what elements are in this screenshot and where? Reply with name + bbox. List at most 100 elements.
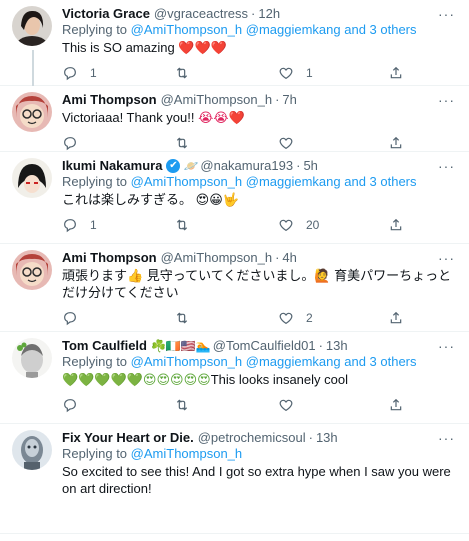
- like-button[interactable]: 20: [278, 217, 388, 233]
- more-icon[interactable]: ···: [438, 92, 457, 108]
- separator: ·: [275, 250, 280, 265]
- reply-icon: [64, 312, 76, 326]
- reply-mentions[interactable]: @AmiThompson_h @maggiemkang: [131, 22, 341, 37]
- more-icon[interactable]: ···: [438, 158, 457, 174]
- reply-mentions[interactable]: @AmiThompson_h: [131, 446, 242, 461]
- like-icon: [279, 137, 293, 150]
- tweet-actions: [62, 134, 457, 151]
- tweet[interactable]: Ami Thompson @AmiThompson_h · 7h ··· Vic…: [0, 86, 469, 152]
- share-button[interactable]: [388, 397, 428, 413]
- display-name[interactable]: Ami Thompson: [62, 92, 157, 108]
- retweet-button[interactable]: [174, 310, 278, 326]
- display-name[interactable]: Victoria Grace: [62, 6, 150, 22]
- reply-icon: [64, 399, 76, 413]
- share-button[interactable]: [388, 135, 428, 151]
- retweet-icon: [176, 137, 188, 149]
- share-button[interactable]: [388, 310, 428, 326]
- avatar-column: [12, 0, 58, 86]
- planet-emoji: 🪐: [183, 159, 199, 173]
- retweet-button[interactable]: [174, 217, 278, 233]
- reply-others[interactable]: and 3 others: [344, 174, 416, 189]
- more-icon[interactable]: ···: [438, 6, 457, 22]
- retweet-icon: [176, 219, 188, 231]
- timestamp[interactable]: 13h: [316, 430, 338, 446]
- tweet-actions: 1 1: [62, 64, 457, 82]
- reply-mentions[interactable]: @AmiThompson_h @maggiemkang: [131, 354, 341, 369]
- reply-button[interactable]: 1: [62, 65, 174, 81]
- reply-button[interactable]: [62, 310, 174, 326]
- replying-to: Replying to @AmiThompson_h @maggiemkang …: [62, 354, 417, 369]
- reply-button[interactable]: 1: [62, 217, 174, 233]
- tweet-text: So excited to see this! And I got so ext…: [62, 464, 451, 496]
- avatar[interactable]: [12, 6, 52, 46]
- reply-others[interactable]: and 3 others: [344, 22, 416, 37]
- replying-to: Replying to @AmiThompson_h @maggiemkang …: [62, 22, 417, 37]
- tweet[interactable]: Ami Thompson @AmiThompson_h · 4h ··· 頑張り…: [0, 244, 469, 332]
- timestamp[interactable]: 7h: [282, 92, 296, 108]
- like-button[interactable]: 2: [278, 310, 388, 326]
- tweet[interactable]: Ikumi Nakamura ✔ 🪐 @nakamura193 · 5h ···…: [0, 152, 469, 244]
- retweet-button[interactable]: [174, 135, 278, 151]
- timestamp[interactable]: 5h: [303, 158, 317, 174]
- reply-icon: [64, 219, 76, 233]
- tweet[interactable]: Fix Your Heart or Die. @petrochemicsoul …: [0, 424, 469, 534]
- reply-mentions[interactable]: @AmiThompson_h @maggiemkang: [131, 174, 341, 189]
- more-icon[interactable]: ···: [438, 430, 457, 446]
- share-icon: [390, 398, 402, 411]
- avatar[interactable]: [12, 158, 52, 198]
- avatar[interactable]: [12, 338, 52, 378]
- retweet-button[interactable]: [174, 65, 278, 81]
- like-icon: [279, 399, 293, 412]
- avatar[interactable]: [12, 430, 52, 470]
- user-handle[interactable]: @vgraceactress: [154, 6, 248, 22]
- reply-others[interactable]: and 3 others: [344, 354, 416, 369]
- reply-icon: [64, 137, 76, 151]
- like-button[interactable]: [278, 135, 388, 151]
- like-button[interactable]: [278, 397, 388, 413]
- emoji: 😭😭❤️: [198, 110, 245, 125]
- tweet-actions: 2: [62, 309, 457, 327]
- verified-icon: ✔: [166, 159, 181, 173]
- tweet[interactable]: Victoria Grace @vgraceactress · 12h ··· …: [0, 0, 469, 86]
- display-name[interactable]: Ami Thompson: [62, 250, 157, 266]
- tweet-text: Victoriaaa! Thank you!! 😭😭❤️: [62, 110, 245, 125]
- share-button[interactable]: [388, 217, 428, 233]
- more-icon[interactable]: ···: [438, 338, 457, 354]
- like-button[interactable]: 1: [278, 65, 388, 81]
- emoji: ❤️❤️❤️: [178, 40, 227, 55]
- more-icon[interactable]: ···: [438, 250, 457, 266]
- separator: ·: [275, 92, 280, 107]
- display-name[interactable]: Fix Your Heart or Die.: [62, 430, 194, 446]
- avatar-column: [12, 244, 58, 331]
- emoji: 💚💚💚💚💚😍😍😍😍😍: [62, 372, 211, 387]
- timestamp[interactable]: 4h: [282, 250, 296, 266]
- share-icon: [390, 66, 402, 79]
- avatar[interactable]: [12, 250, 52, 290]
- user-handle[interactable]: @nakamura193: [200, 158, 293, 174]
- like-count: 20: [306, 218, 320, 232]
- reply-icon: [64, 67, 76, 81]
- retweet-button[interactable]: [174, 397, 278, 413]
- user-handle[interactable]: @AmiThompson_h: [161, 250, 272, 266]
- avatar-column: [12, 152, 58, 243]
- like-icon: [279, 219, 293, 232]
- name-emojis: ☘️🇮🇪🇺🇸🏊: [150, 339, 211, 353]
- timestamp[interactable]: 12h: [258, 6, 280, 22]
- user-handle[interactable]: @AmiThompson_h: [161, 92, 272, 108]
- reply-button[interactable]: [62, 135, 174, 151]
- tweet-text: 頑張ります👍 見守っていてくださいまし。🙋 育美パワーちょっとだけ分けてください: [62, 268, 452, 300]
- replying-to: Replying to @AmiThompson_h @maggiemkang …: [62, 174, 417, 189]
- timestamp[interactable]: 13h: [326, 338, 348, 354]
- display-name[interactable]: Ikumi Nakamura: [62, 158, 162, 174]
- tweet[interactable]: Tom Caulfield ☘️🇮🇪🇺🇸🏊 @TomCaulfield01 · …: [0, 332, 469, 424]
- reply-button[interactable]: [62, 397, 174, 413]
- display-name[interactable]: Tom Caulfield: [62, 338, 147, 354]
- user-handle[interactable]: @TomCaulfield01: [213, 338, 316, 354]
- share-button[interactable]: [388, 65, 428, 81]
- retweet-icon: [176, 67, 188, 79]
- retweet-icon: [176, 399, 188, 411]
- avatar[interactable]: [12, 92, 52, 132]
- reply-count: 1: [90, 66, 97, 80]
- separator: ·: [318, 338, 323, 353]
- user-handle[interactable]: @petrochemicsoul: [198, 430, 306, 446]
